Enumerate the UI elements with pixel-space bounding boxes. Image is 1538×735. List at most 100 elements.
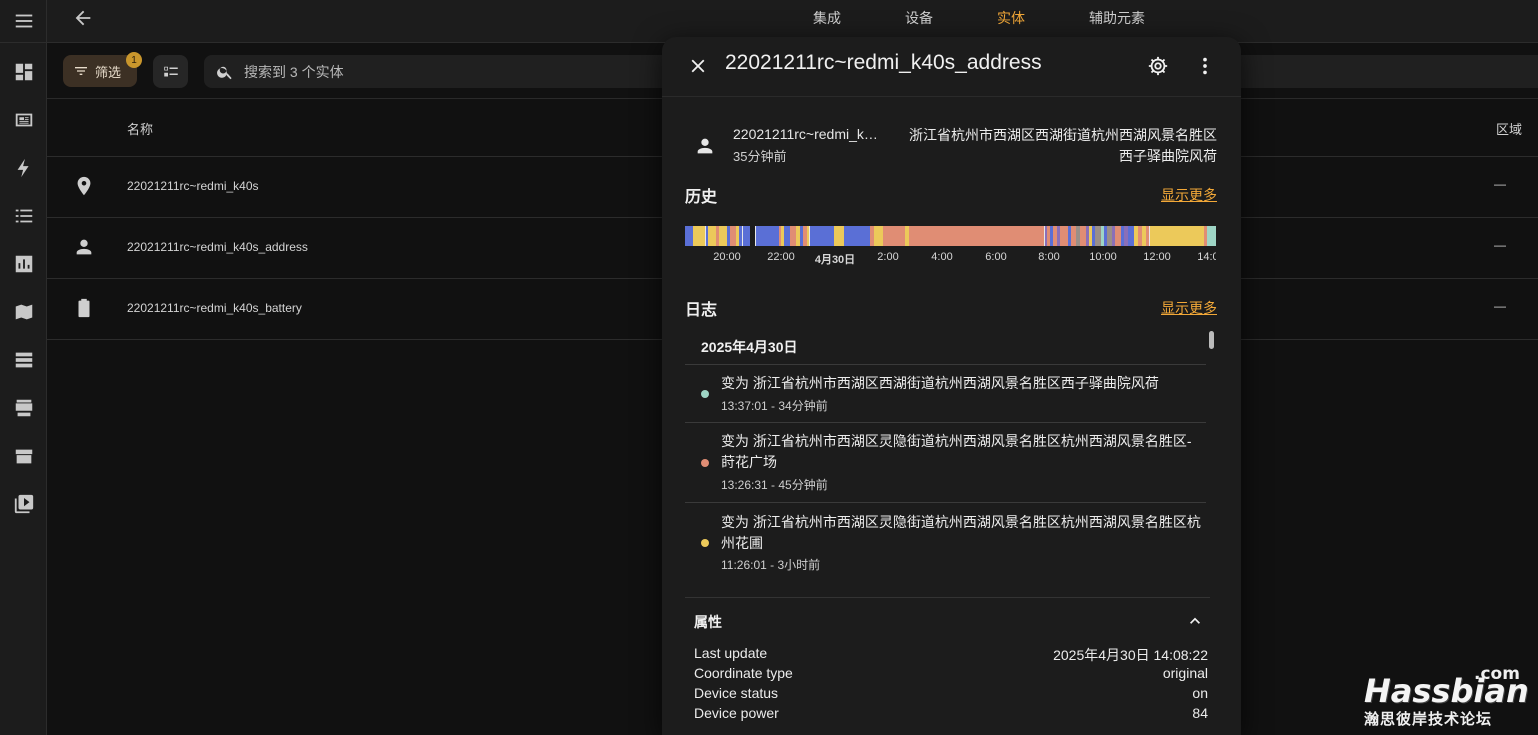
history-timeline[interactable] — [685, 226, 1216, 246]
sidebar-item-store[interactable] — [0, 436, 47, 476]
close-icon — [691, 59, 705, 73]
history-segment[interactable] — [874, 226, 883, 246]
history-tick: 4:00 — [931, 251, 953, 263]
selection-mode-button[interactable] — [153, 55, 188, 88]
history-segment[interactable] — [800, 226, 803, 246]
history-segment[interactable] — [1092, 226, 1095, 246]
sidebar-item-automation[interactable] — [0, 148, 47, 188]
history-segment[interactable] — [1146, 226, 1149, 246]
logbook-scrollbar[interactable] — [1209, 331, 1214, 349]
attributes-title[interactable]: 属性 — [694, 612, 722, 632]
history-segment[interactable] — [1124, 226, 1128, 246]
history-segment[interactable] — [1128, 226, 1134, 246]
history-segment[interactable] — [1101, 226, 1104, 246]
tab-helpers[interactable]: 辅助元素 — [1089, 8, 1145, 28]
menu-button[interactable] — [0, 0, 47, 43]
sidebar-item-history[interactable] — [0, 244, 47, 284]
sidebar-item-list[interactable] — [0, 196, 47, 236]
history-segment[interactable] — [716, 226, 719, 246]
sidebar-item-dashboard[interactable] — [0, 52, 47, 92]
more-info-dialog: 22021211rc~redmi_k40s_address 22021211rc… — [662, 37, 1241, 735]
column-header-area[interactable]: 区域 — [1496, 119, 1522, 138]
history-segment[interactable] — [1121, 226, 1124, 246]
attribute-key: Device power — [694, 705, 779, 721]
more-options-button[interactable] — [1191, 52, 1219, 80]
logbook-entry[interactable]: 变为 浙江省杭州市西湖区灵隐街道杭州西湖风景名胜区杭州西湖风景名胜区-莳花广场 … — [685, 431, 1206, 501]
history-segment[interactable] — [1142, 226, 1146, 246]
history-segment[interactable] — [1107, 226, 1112, 246]
history-segment[interactable] — [1057, 226, 1060, 246]
account-icon — [694, 135, 716, 162]
history-segment[interactable] — [790, 226, 796, 246]
sidebar-item-media[interactable] — [0, 484, 47, 524]
history-segment[interactable] — [1138, 226, 1142, 246]
history-segment[interactable] — [784, 226, 790, 246]
collapse-attributes-button[interactable] — [1184, 610, 1206, 632]
sidebar-item-overview[interactable] — [0, 100, 47, 140]
history-segment[interactable] — [1060, 226, 1068, 246]
logbook-dot — [701, 459, 709, 467]
history-segment[interactable] — [685, 226, 693, 246]
history-segment[interactable] — [1134, 226, 1138, 246]
logbook-dot — [701, 539, 709, 547]
history-segment[interactable] — [1068, 226, 1071, 246]
history-segment[interactable] — [807, 226, 809, 246]
history-segment[interactable] — [1207, 226, 1216, 246]
sidebar-item-storage[interactable] — [0, 340, 47, 380]
filter-icon — [75, 67, 87, 75]
history-segment[interactable] — [834, 226, 844, 246]
history-segment[interactable] — [755, 226, 779, 246]
history-segment[interactable] — [905, 226, 909, 246]
history-segment[interactable] — [1112, 226, 1115, 246]
history-segment[interactable] — [1104, 226, 1107, 246]
column-header-name[interactable]: 名称 — [127, 119, 153, 138]
history-segment[interactable] — [844, 226, 870, 246]
history-segment[interactable] — [730, 226, 736, 246]
history-segment[interactable] — [1050, 226, 1053, 246]
watermark-brand: Hassbian — [1364, 672, 1529, 710]
history-segment[interactable] — [796, 226, 800, 246]
history-segment[interactable] — [727, 226, 730, 246]
history-segment[interactable] — [883, 226, 905, 246]
history-segment[interactable] — [909, 226, 1044, 246]
history-segment[interactable] — [742, 226, 750, 246]
history-segment[interactable] — [779, 226, 781, 246]
history-segment[interactable] — [1149, 226, 1204, 246]
logbook-entry[interactable]: 变为 浙江省杭州市西湖区灵隐街道杭州西湖风景名胜区杭州西湖风景名胜区杭州花圃 1… — [685, 512, 1206, 582]
history-segment[interactable] — [1053, 226, 1057, 246]
history-segment[interactable] — [708, 226, 716, 246]
history-segment[interactable] — [781, 226, 784, 246]
sidebar-item-map[interactable] — [0, 292, 47, 332]
close-button[interactable] — [684, 52, 712, 80]
logbook-show-more-link[interactable]: 显示更多 — [1161, 298, 1217, 318]
history-segment[interactable] — [1115, 226, 1121, 246]
history-segment[interactable] — [803, 226, 807, 246]
history-segment[interactable] — [719, 226, 727, 246]
logbook-entry[interactable]: 变为 浙江省杭州市西湖区西湖街道杭州西湖风景名胜区西子驿曲院风荷 13:37:0… — [685, 373, 1206, 423]
history-divider — [755, 226, 756, 246]
history-segment[interactable] — [1204, 226, 1207, 246]
sidebar-item-hacs[interactable] — [0, 388, 47, 428]
tab-entities[interactable]: 实体 — [997, 8, 1025, 28]
history-segment[interactable] — [1095, 226, 1101, 246]
history-segment[interactable] — [739, 226, 742, 246]
tab-integrations[interactable]: 集成 — [813, 8, 841, 28]
history-segment[interactable] — [870, 226, 874, 246]
history-segment[interactable] — [1071, 226, 1076, 246]
history-segment[interactable] — [1086, 226, 1089, 246]
history-segment[interactable] — [1047, 226, 1050, 246]
dialog-header: 22021211rc~redmi_k40s_address — [662, 37, 1241, 97]
history-divider — [1044, 226, 1045, 246]
search-input[interactable] — [244, 63, 644, 80]
history-segment[interactable] — [1089, 226, 1092, 246]
tab-devices[interactable]: 设备 — [905, 8, 933, 28]
history-tick: 22:00 — [767, 251, 795, 263]
back-button[interactable] — [69, 4, 97, 32]
history-segment[interactable] — [693, 226, 705, 246]
history-segment[interactable] — [809, 226, 834, 246]
history-segment[interactable] — [1080, 226, 1086, 246]
history-segment[interactable] — [736, 226, 739, 246]
history-segment[interactable] — [1076, 226, 1080, 246]
settings-button[interactable] — [1144, 52, 1172, 80]
history-show-more-link[interactable]: 显示更多 — [1161, 185, 1217, 205]
